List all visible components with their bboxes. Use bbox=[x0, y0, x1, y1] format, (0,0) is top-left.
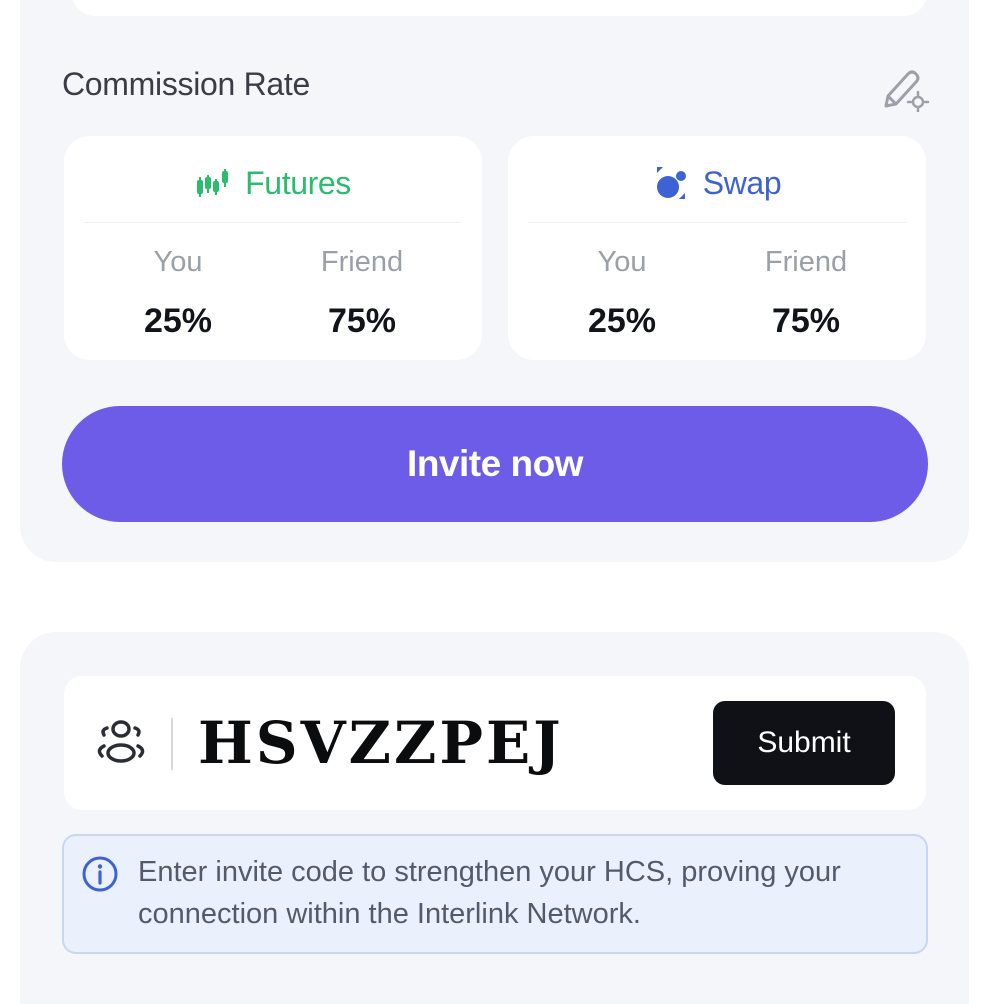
swap-rate-card: Swap You 25% Friend 75% bbox=[508, 136, 926, 360]
section-title: Commission Rate bbox=[62, 66, 311, 102]
info-icon bbox=[82, 856, 118, 892]
invite-now-button[interactable]: Invite now bbox=[62, 406, 928, 522]
futures-friend: Friend 75% bbox=[292, 242, 432, 342]
friend-label: Friend bbox=[320, 246, 404, 278]
divider bbox=[84, 222, 462, 223]
swap-label: Swap bbox=[702, 164, 782, 201]
info-text: Enter invite code to strengthen your HCS… bbox=[138, 856, 841, 930]
users-icon bbox=[97, 720, 145, 763]
swap-bubbles-icon bbox=[656, 167, 686, 199]
swap-header: Swap bbox=[508, 160, 926, 206]
futures-header: Futures bbox=[64, 160, 482, 206]
you-label: You bbox=[597, 246, 647, 278]
divider bbox=[528, 222, 906, 223]
you-value: 25% bbox=[143, 302, 213, 340]
page: Commission Rate Futures You 25% Friend 7… bbox=[0, 0, 995, 1004]
swap-you: You 25% bbox=[552, 242, 692, 342]
friend-value: 75% bbox=[771, 302, 841, 340]
futures-rate-card: Futures You 25% Friend 75% bbox=[64, 136, 482, 360]
submit-button[interactable]: Submit bbox=[713, 701, 895, 785]
invite-code-value: HSVZZPEJ bbox=[198, 709, 564, 777]
you-label: You bbox=[153, 246, 203, 278]
top-strip bbox=[72, 0, 927, 16]
swap-friend: Friend 75% bbox=[736, 242, 876, 342]
edit-settings-icon[interactable] bbox=[878, 66, 930, 112]
futures-label: Futures bbox=[245, 164, 351, 201]
futures-you: You 25% bbox=[108, 242, 248, 342]
code-separator bbox=[171, 718, 173, 770]
candlestick-chart-icon bbox=[197, 169, 229, 197]
friend-label: Friend bbox=[764, 246, 848, 278]
friend-value: 75% bbox=[327, 302, 397, 340]
you-value: 25% bbox=[587, 302, 657, 340]
